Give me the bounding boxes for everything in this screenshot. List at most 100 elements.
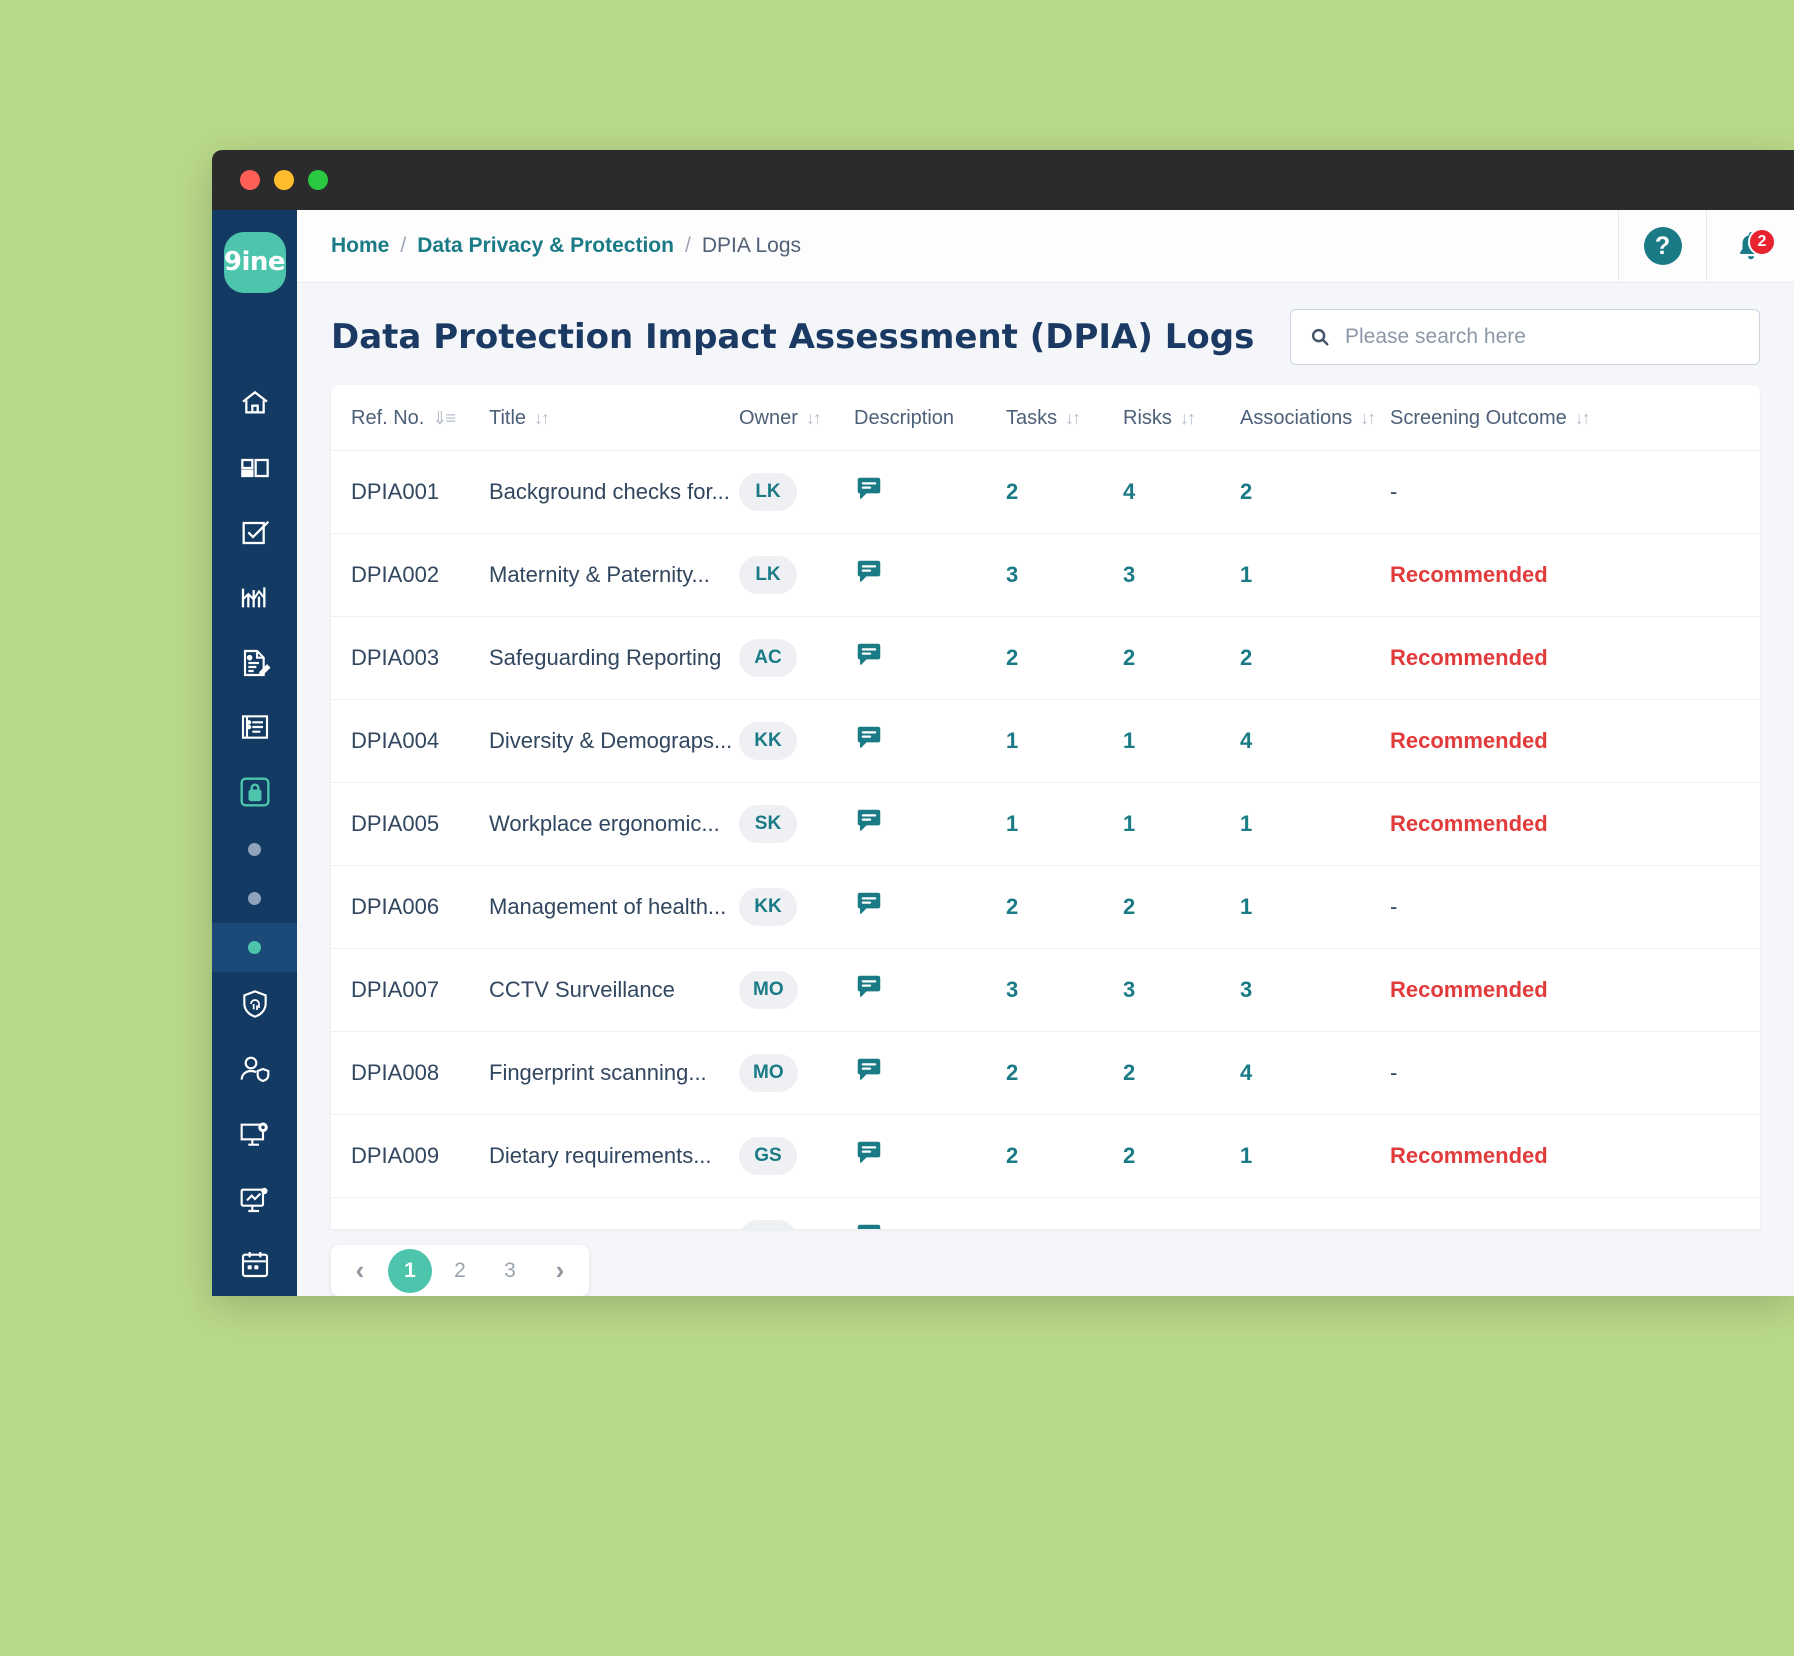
sidebar-item-people[interactable]: [212, 1037, 297, 1102]
sidebar-item-systems[interactable]: [212, 1102, 297, 1167]
table-row[interactable]: DPIA006 Management of health... KK 2 2 1-: [331, 865, 1760, 950]
table-row[interactable]: DPIA007 CCTV Surveillance MO 3 3 3 Recommended: [331, 948, 1760, 1033]
table-row[interactable]: DPIA002 Maternity & Paternity... LK 3 3 1 Reco…: [331, 533, 1760, 618]
sort-updown-icon[interactable]: ↓↑: [1575, 408, 1591, 429]
cell-title[interactable]: Fingerprint scanning...: [489, 1031, 739, 1116]
close-window-button[interactable]: [240, 170, 260, 190]
cell-title[interactable]: Diversity & Demograps...: [489, 699, 739, 784]
cell-tasks[interactable]: 3: [1006, 533, 1123, 618]
column-header-tasks[interactable]: Tasks ↓↑: [1006, 385, 1123, 452]
cell-tasks[interactable]: 2: [1006, 450, 1123, 535]
table-row[interactable]: DPIA003 Safeguarding Reporting AC 2 2 2 Recomm…: [331, 616, 1760, 701]
notifications-button[interactable]: 2: [1706, 210, 1794, 283]
cell-title[interactable]: Background checks for...: [489, 450, 739, 535]
sidebar-item-security[interactable]: [212, 972, 297, 1037]
sidebar-item-home[interactable]: [212, 371, 297, 436]
column-header-screening-outcome[interactable]: Screening Outcome ↓↑: [1390, 385, 1760, 452]
sort-updown-icon[interactable]: ↓↑: [1065, 408, 1081, 429]
cell-tasks[interactable]: 2: [1006, 1114, 1123, 1199]
cell-title[interactable]: Workplace ergonomic...: [489, 782, 739, 867]
cell-description[interactable]: [854, 699, 1006, 784]
sidebar-item-data-privacy[interactable]: [212, 760, 297, 825]
cell-title[interactable]: Management of health...: [489, 865, 739, 950]
help-button[interactable]: ?: [1618, 210, 1706, 283]
sidebar-item-analytics[interactable]: [212, 565, 297, 630]
sidebar-item-tasks[interactable]: [212, 501, 297, 566]
column-header-owner[interactable]: Owner ↓↑: [739, 385, 854, 452]
comment-icon[interactable]: [854, 1221, 884, 1230]
comment-icon[interactable]: [854, 972, 884, 1002]
breadcrumb-item-data-privacy[interactable]: Data Privacy & Protection: [417, 234, 674, 258]
pagination-page-2[interactable]: 2: [438, 1249, 482, 1293]
cell-risks[interactable]: 3: [1123, 533, 1240, 618]
cell-description[interactable]: [854, 948, 1006, 1033]
cell-associations[interactable]: 1: [1240, 1114, 1390, 1199]
sort-updown-icon[interactable]: ↓↑: [1360, 408, 1376, 429]
cell-tasks[interactable]: 1: [1006, 1197, 1123, 1230]
comment-icon[interactable]: [854, 806, 884, 836]
cell-description[interactable]: [854, 533, 1006, 618]
cell-risks[interactable]: 2: [1123, 1114, 1240, 1199]
table-row[interactable]: DPIA008 Fingerprint scanning... MO 2 2 4-: [331, 1031, 1760, 1116]
cell-tasks[interactable]: 1: [1006, 699, 1123, 784]
cell-description[interactable]: [854, 1031, 1006, 1116]
table-row[interactable]: DPIA009 Dietary requirements... GS 2 2 1 Recom…: [331, 1114, 1760, 1199]
cell-risks[interactable]: 1: [1123, 1197, 1240, 1230]
sidebar-item-calendar[interactable]: [212, 1231, 297, 1296]
cell-title[interactable]: Student emergency...: [489, 1197, 739, 1230]
pagination-prev-button[interactable]: ‹: [338, 1249, 382, 1293]
table-row[interactable]: DPIA0010Student emergency...MT112Recomme…: [331, 1197, 1760, 1230]
cell-risks[interactable]: 2: [1123, 1031, 1240, 1116]
comment-icon[interactable]: [854, 889, 884, 919]
column-header-title[interactable]: Title ↓↑: [489, 385, 739, 452]
cell-associations[interactable]: 3: [1240, 948, 1390, 1033]
search-box[interactable]: [1290, 309, 1760, 366]
comment-icon[interactable]: [854, 640, 884, 670]
sidebar-item-registers[interactable]: [212, 695, 297, 760]
cell-risks[interactable]: 3: [1123, 948, 1240, 1033]
cell-description[interactable]: [854, 1114, 1006, 1199]
sidebar-subitem-3-active[interactable]: [212, 922, 297, 972]
cell-associations[interactable]: 1: [1240, 782, 1390, 867]
comment-icon[interactable]: [854, 474, 884, 504]
cell-associations[interactable]: 2: [1240, 616, 1390, 701]
table-row[interactable]: DPIA001 Background checks for... LK 2 4 2-: [331, 450, 1760, 535]
cell-title[interactable]: Dietary requirements...: [489, 1114, 739, 1199]
cell-associations[interactable]: 4: [1240, 699, 1390, 784]
column-header-risks[interactable]: Risks ↓↑: [1123, 385, 1240, 452]
cell-associations[interactable]: 2: [1240, 1197, 1390, 1230]
comment-icon[interactable]: [854, 1138, 884, 1168]
app-logo[interactable]: 9ine: [223, 232, 286, 293]
cell-associations[interactable]: 1: [1240, 865, 1390, 950]
comment-icon[interactable]: [854, 557, 884, 587]
sidebar-subitem-2[interactable]: [212, 874, 297, 923]
sidebar-item-documents[interactable]: [212, 630, 297, 695]
cell-risks[interactable]: 1: [1123, 699, 1240, 784]
sort-updown-icon[interactable]: ↓↑: [534, 408, 550, 429]
cell-description[interactable]: [854, 616, 1006, 701]
cell-tasks[interactable]: 2: [1006, 1031, 1123, 1116]
cell-risks[interactable]: 2: [1123, 865, 1240, 950]
cell-description[interactable]: [854, 865, 1006, 950]
cell-tasks[interactable]: 2: [1006, 865, 1123, 950]
cell-description[interactable]: [854, 782, 1006, 867]
table-row[interactable]: DPIA005 Workplace ergonomic... SK 1 1 1 Recomm…: [331, 782, 1760, 867]
comment-icon[interactable]: [854, 723, 884, 753]
pagination-page-1[interactable]: 1: [388, 1248, 432, 1293]
column-header-associations[interactable]: Associations ↓↑: [1240, 385, 1390, 452]
pagination-next-button[interactable]: ›: [538, 1249, 582, 1293]
maximize-window-button[interactable]: [308, 170, 328, 190]
sort-amount-down-icon[interactable]: ⇓≡: [432, 408, 456, 429]
cell-risks[interactable]: 1: [1123, 782, 1240, 867]
sidebar-item-training[interactable]: [212, 1166, 297, 1231]
cell-title[interactable]: Maternity & Paternity...: [489, 533, 739, 618]
column-header-ref-no[interactable]: Ref. No. ⇓≡: [331, 385, 489, 452]
cell-risks[interactable]: 4: [1123, 450, 1240, 535]
sidebar-subitem-1[interactable]: [212, 825, 297, 874]
cell-description[interactable]: [854, 1197, 1006, 1230]
sort-updown-icon[interactable]: ↓↑: [806, 408, 822, 429]
cell-associations[interactable]: 1: [1240, 533, 1390, 618]
search-input[interactable]: [1345, 325, 1741, 350]
cell-tasks[interactable]: 3: [1006, 948, 1123, 1033]
cell-tasks[interactable]: 1: [1006, 782, 1123, 867]
